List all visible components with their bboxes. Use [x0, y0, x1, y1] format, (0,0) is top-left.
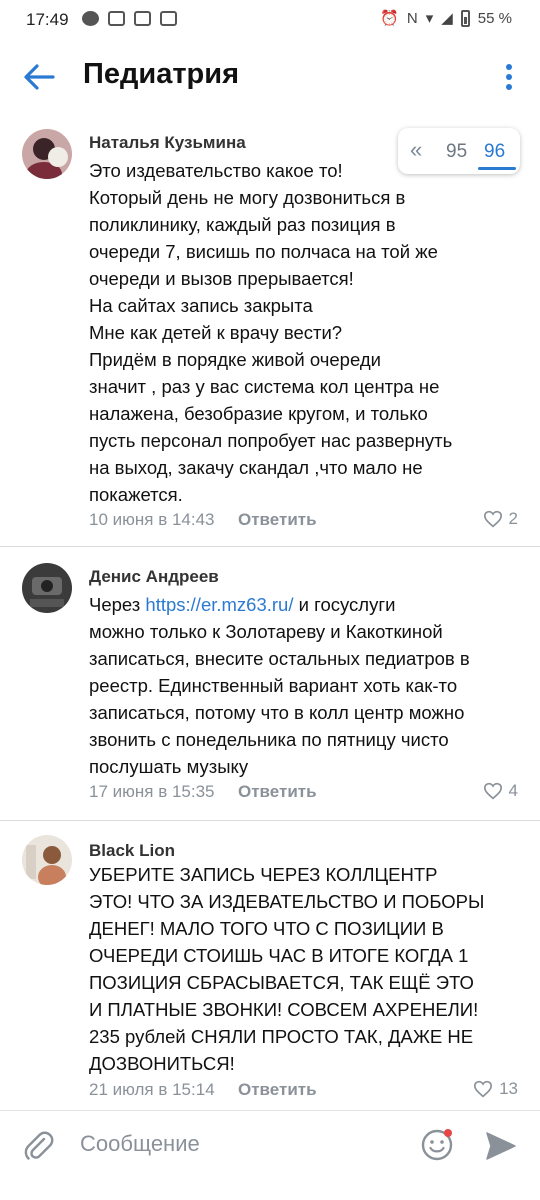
battery-percent: 55 %: [477, 9, 512, 27]
reply-button[interactable]: Ответить: [238, 510, 317, 530]
status-bar: 17:49 ⏰ N ▾ ◢ 55 %: [0, 0, 540, 40]
comment-text: Это издевательство какое то! Который ден…: [89, 160, 453, 505]
heart-icon: [483, 782, 502, 800]
avatar[interactable]: [22, 835, 72, 885]
like-button[interactable]: 2: [483, 509, 518, 529]
comment-author[interactable]: Black Lion: [89, 841, 175, 861]
comment-author[interactable]: Денис Андреев: [89, 567, 219, 587]
comment-date: 10 июня в 14:43: [89, 510, 215, 529]
battery-icon: [460, 9, 470, 27]
like-button[interactable]: 13: [473, 1079, 518, 1099]
app-header: Педиатрия: [0, 40, 540, 118]
alarm-icon: ⏰: [380, 10, 399, 27]
comment-author[interactable]: Наталья Кузьмина: [89, 133, 246, 153]
status-time: 17:49: [26, 10, 69, 29]
wifi-icon: ▾: [425, 10, 434, 27]
heart-icon: [474, 1080, 493, 1098]
page-title: Педиатрия: [83, 58, 240, 90]
chat-notification-icon: [82, 11, 99, 26]
comment-date: 17 июня в 15:35: [89, 782, 215, 801]
system-icons: ⏰ N ▾ ◢ 55 %: [380, 9, 512, 27]
reply-button[interactable]: Ответить: [238, 1080, 317, 1100]
send-icon[interactable]: [485, 1131, 517, 1161]
comment-text: Через https://er.mz63.ru/ и госуслуги мо…: [89, 594, 470, 777]
system-nav-bar: [0, 1182, 540, 1200]
emoji-icon[interactable]: [420, 1128, 454, 1162]
like-count: 13: [499, 1079, 518, 1098]
message-composer: Сообщение: [0, 1110, 540, 1181]
avatar[interactable]: [22, 563, 72, 613]
signal-icon: ◢: [441, 10, 453, 27]
message-input[interactable]: Сообщение: [80, 1131, 200, 1157]
back-arrow-icon[interactable]: [22, 60, 56, 94]
calendar-notification-icon: [134, 11, 151, 26]
like-button[interactable]: 4: [483, 781, 518, 801]
divider: [0, 546, 540, 547]
divider: [0, 820, 540, 821]
comment-text: УБЕРИТЕ ЗАПИСЬ ЧЕРЕЗ КОЛЛЦЕНТР ЭТО! ЧТО …: [89, 864, 485, 1074]
paperclip-icon[interactable]: [22, 1129, 56, 1163]
like-count: 2: [508, 509, 518, 528]
screen-notification-icon: [108, 11, 125, 26]
avatar[interactable]: [22, 129, 72, 179]
comment-date: 21 июля в 15:14: [89, 1080, 215, 1099]
like-count: 4: [508, 781, 518, 800]
more-vertical-icon[interactable]: [505, 64, 513, 90]
heart-icon: [483, 510, 502, 528]
reply-button[interactable]: Ответить: [238, 782, 317, 802]
notification-icons: [82, 11, 177, 26]
image-notification-icon: [160, 11, 177, 26]
nfc-icon: N: [406, 9, 418, 27]
comment-link[interactable]: https://er.mz63.ru/: [145, 594, 293, 615]
